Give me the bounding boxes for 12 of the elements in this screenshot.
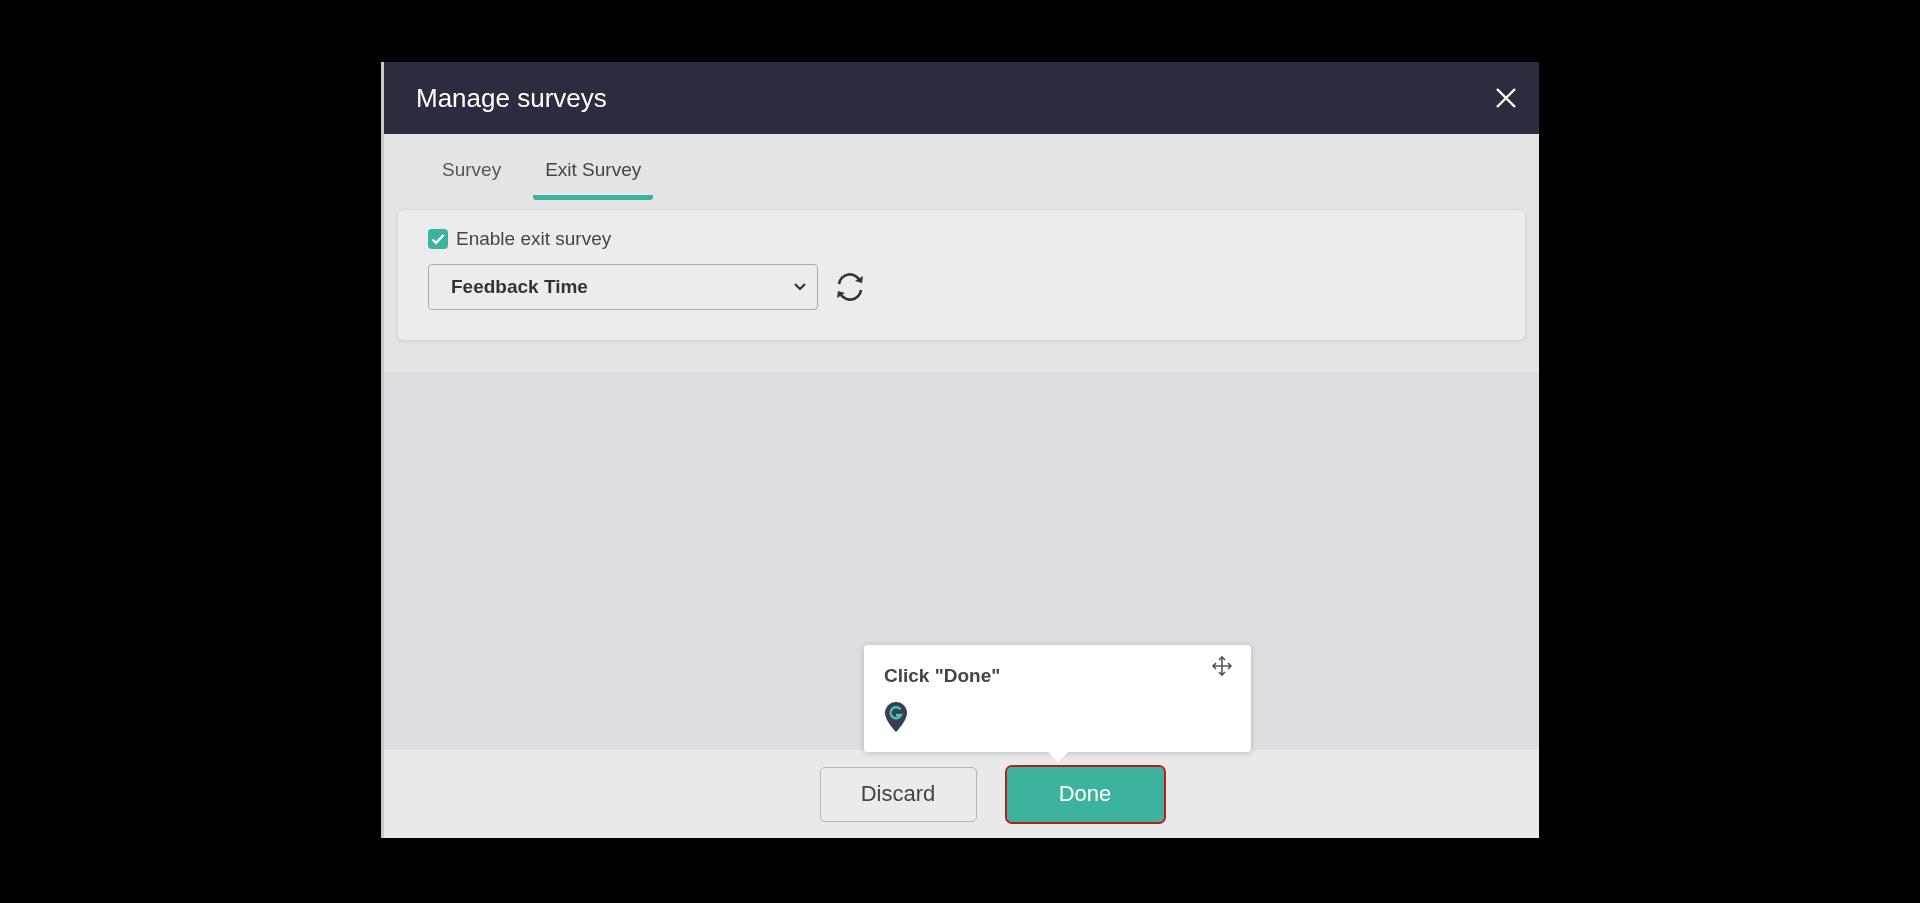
map-pin-icon — [884, 701, 908, 733]
checkbox-label: Enable exit survey — [456, 228, 612, 250]
close-icon — [1495, 87, 1517, 109]
survey-select[interactable]: Feedback Time — [428, 264, 818, 310]
tab[interactable]: Exit Survey — [533, 134, 654, 200]
tab[interactable]: Survey — [430, 134, 514, 200]
chevron-down-icon — [793, 282, 807, 292]
move-icon[interactable] — [1211, 655, 1233, 677]
tooltip-text: Click "Done" — [884, 665, 1001, 686]
dialog-title: Manage surveys — [416, 82, 607, 114]
discard-button[interactable]: Discard — [819, 766, 977, 822]
checkbox[interactable] — [428, 229, 448, 249]
